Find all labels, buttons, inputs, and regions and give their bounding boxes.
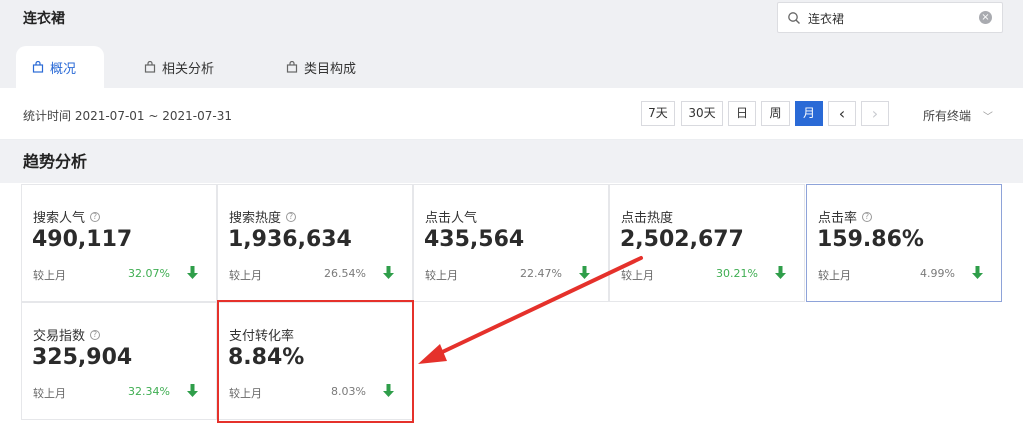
annotation-arrow: [418, 256, 643, 364]
